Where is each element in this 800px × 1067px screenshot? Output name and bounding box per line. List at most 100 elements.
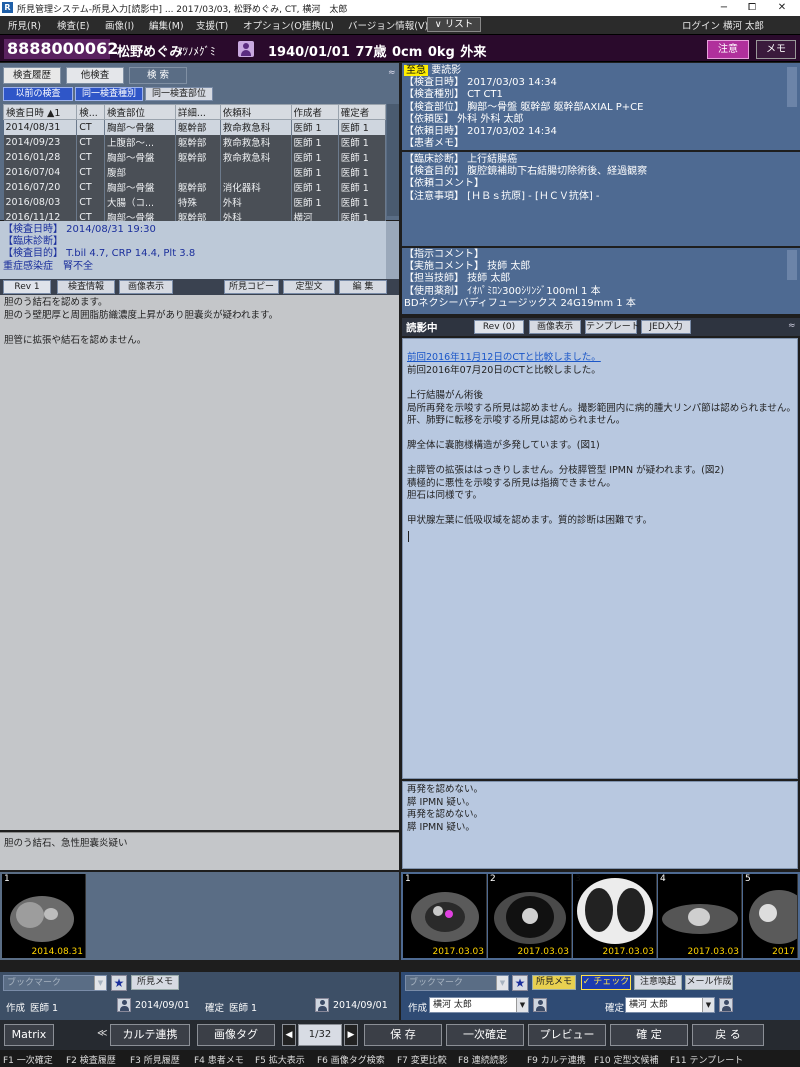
fkey-f7[interactable]: F7 変更比較	[397, 1053, 447, 1066]
order-scrollbar[interactable]	[787, 67, 797, 107]
author-user-icon[interactable]	[117, 998, 131, 1012]
memo-button[interactable]: メモ	[756, 40, 796, 59]
col-dept[interactable]: 依頼科	[219, 104, 292, 120]
bookmark-select[interactable]: ブックマーク ▼	[3, 975, 107, 991]
attention-button[interactable]: 注意	[707, 40, 749, 59]
table-row[interactable]: 2014/08/31 CT 胸部～骨盤 躯幹部 救命救急科 医師 1 医師 1	[3, 119, 387, 135]
create-mail-button[interactable]: メール作成	[685, 975, 733, 990]
bookmark-star-icon[interactable]: ★	[512, 975, 528, 991]
menu-item-edit[interactable]: 編集(M)	[149, 18, 184, 32]
col-author[interactable]: 作成者	[290, 104, 339, 120]
first-confirm-button[interactable]: 一次確定	[446, 1024, 524, 1046]
col-region[interactable]: 検査部位	[104, 104, 176, 120]
confirmer-select[interactable]: 横河 太郎 ▼	[625, 997, 715, 1013]
report-text[interactable]: 前回2016年07月20日のCTと比較しました。 上行結腸がん術後 局所再発を示…	[407, 365, 796, 528]
menu-item-version[interactable]: バージョン情報(V)	[348, 18, 428, 32]
fkey-f11[interactable]: F11 テンプレート	[670, 1053, 743, 1066]
maximize-button[interactable]: ⧠	[742, 1, 762, 15]
confirmer-user-icon[interactable]	[719, 998, 733, 1012]
next-page-button[interactable]: ▶	[344, 1024, 358, 1046]
jed-input-button[interactable]: JED入力	[641, 320, 691, 334]
fkey-f9[interactable]: F9 カルテ連携	[527, 1053, 586, 1066]
impression-text[interactable]: 再発を認めない。 膵 IPMN 疑い。 再発を認めない。 膵 IPMN 疑い。	[407, 784, 483, 834]
fkey-f3[interactable]: F3 所見履歴	[130, 1053, 180, 1066]
collapse-icon[interactable]: ≈	[788, 321, 796, 331]
bookmark-star-icon[interactable]: ★	[111, 975, 127, 991]
rev-button[interactable]: Rev 1	[3, 280, 51, 294]
alert-button[interactable]: 注意喚起	[634, 975, 682, 990]
confirmer-user-icon[interactable]	[315, 998, 329, 1012]
preview-button[interactable]: プレビュー	[528, 1024, 606, 1046]
fkey-f4[interactable]: F4 患者メモ	[194, 1053, 244, 1066]
current-image-thumbnail[interactable]: 1 2017.03.03	[403, 874, 487, 958]
close-button[interactable]: ✕	[772, 1, 792, 15]
expand-icon[interactable]: ≪	[97, 1028, 107, 1039]
menu-item-exam[interactable]: 検査(E)	[57, 18, 89, 32]
history-scrollbar[interactable]	[387, 104, 399, 216]
collapse-up-icon[interactable]: ≈	[388, 68, 396, 78]
save-button[interactable]: 保 存	[364, 1024, 442, 1046]
col-confirmer[interactable]: 確定者	[337, 104, 387, 120]
current-image-thumbnail[interactable]: 3 2017.03.03	[573, 874, 657, 958]
exec-scrollbar[interactable]	[787, 250, 797, 280]
menu-item-options[interactable]: オプション(O)	[243, 18, 305, 32]
fkey-f8[interactable]: F8 連続読影	[458, 1053, 508, 1066]
right-bottom-controls: ブックマーク ▼ ★ 所見メモ ✓ チェック 注意喚起 メール作成 作成 横河 太…	[401, 972, 800, 1022]
fkey-f1[interactable]: F1 一次確定	[3, 1053, 53, 1066]
matrix-button[interactable]: Matrix	[4, 1024, 54, 1046]
table-row[interactable]: 2016/07/04 CT 腹部 医師 1 医師 1	[3, 164, 387, 180]
current-image-thumbnail[interactable]: 4 2017.03.03	[658, 874, 742, 958]
menu-item-image[interactable]: 画像(I)	[105, 18, 134, 32]
rev-button[interactable]: Rev (0)	[474, 320, 524, 334]
list-button[interactable]: ∨ リスト	[427, 17, 481, 32]
table-row[interactable]: 2016/08/03 CT 大腸（コ... 特殊 外科 医師 1 医師 1	[3, 194, 387, 210]
tab-other-exams[interactable]: 他検査	[66, 67, 124, 84]
back-button[interactable]: 戻 る	[692, 1024, 764, 1046]
table-cell: 医師 1	[338, 179, 387, 195]
current-image-thumbnail[interactable]: 5 2017	[743, 874, 798, 958]
minimize-button[interactable]: −	[714, 1, 734, 15]
current-image-thumbnail[interactable]: 2 2017.03.03	[488, 874, 572, 958]
menu-item-link[interactable]: 連携(L)	[302, 18, 334, 32]
fkey-f10[interactable]: F10 定型文候補	[594, 1053, 659, 1066]
tab-exam-history[interactable]: 検査履歴	[3, 67, 61, 84]
fkey-f5[interactable]: F5 拡大表示	[255, 1053, 305, 1066]
table-row[interactable]: 2016/07/20 CT 胸部～骨盤 躯幹部 消化器科 医師 1 医師 1	[3, 179, 387, 195]
urgent-text: 要読影	[431, 65, 462, 76]
previous-comparison-link[interactable]: 前回2016年11月12日のCTと比較しました。	[407, 352, 601, 365]
exam-info-button[interactable]: 検査情報	[57, 280, 115, 294]
karte-link-button[interactable]: カルテ連携	[110, 1024, 190, 1046]
col-detail[interactable]: 詳細...	[174, 104, 221, 120]
table-row[interactable]: 2016/01/28 CT 胸部～骨盤 躯幹部 救命救急科 医師 1 医師 1	[3, 149, 387, 165]
confirm-button[interactable]: 確 定	[610, 1024, 688, 1046]
fkey-f2[interactable]: F2 検査履歴	[66, 1053, 116, 1066]
detail-scrollbar[interactable]	[386, 221, 399, 279]
edit-button[interactable]: 編 集	[339, 280, 387, 294]
image-tag-button[interactable]: 画像タグ	[197, 1024, 275, 1046]
report-editor[interactable]: 前回2016年11月12日のCTと比較しました。 前回2016年07月20日のC…	[402, 338, 798, 779]
findings-memo-button[interactable]: 所見メモ	[532, 975, 576, 990]
bookmark-select[interactable]: ブックマーク ▼	[405, 975, 509, 991]
image-show-button[interactable]: 画像表示	[119, 280, 173, 294]
image-show-button[interactable]: 画像表示	[529, 320, 581, 334]
author-select[interactable]: 横河 太郎 ▼	[429, 997, 529, 1013]
filter-same-type[interactable]: 同一検査種別	[75, 87, 143, 101]
menu-item-support[interactable]: 支援(T)	[196, 18, 228, 32]
findings-memo-button[interactable]: 所見メモ	[131, 975, 179, 990]
author-user-icon[interactable]	[533, 998, 547, 1012]
copy-findings-button[interactable]: 所見コピー	[224, 280, 279, 294]
prev-page-button[interactable]: ◀	[282, 1024, 296, 1046]
col-date[interactable]: 検査日時 ▲1	[2, 104, 78, 120]
previous-image-thumbnail[interactable]: 1 2014.08.31	[2, 874, 86, 958]
template-button[interactable]: テンプレート	[585, 320, 640, 334]
check-button[interactable]: ✓ チェック	[581, 975, 631, 990]
table-row[interactable]: 2014/09/23 CT 上腹部～... 躯幹部 救命救急科 医師 1 医師 1	[3, 134, 387, 150]
col-modality[interactable]: 検...	[76, 104, 105, 120]
impression-editor[interactable]: 再発を認めない。 膵 IPMN 疑い。 再発を認めない。 膵 IPMN 疑い。	[402, 781, 798, 869]
filter-previous-exams[interactable]: 以前の検査	[3, 87, 73, 101]
filter-same-region[interactable]: 同一検査部位	[145, 87, 213, 101]
template-text-button[interactable]: 定型文	[283, 280, 335, 294]
tab-search[interactable]: 検 索	[129, 67, 187, 84]
fkey-f6[interactable]: F6 画像タグ検索	[317, 1053, 385, 1066]
menu-item-findings[interactable]: 所見(R)	[8, 18, 41, 32]
